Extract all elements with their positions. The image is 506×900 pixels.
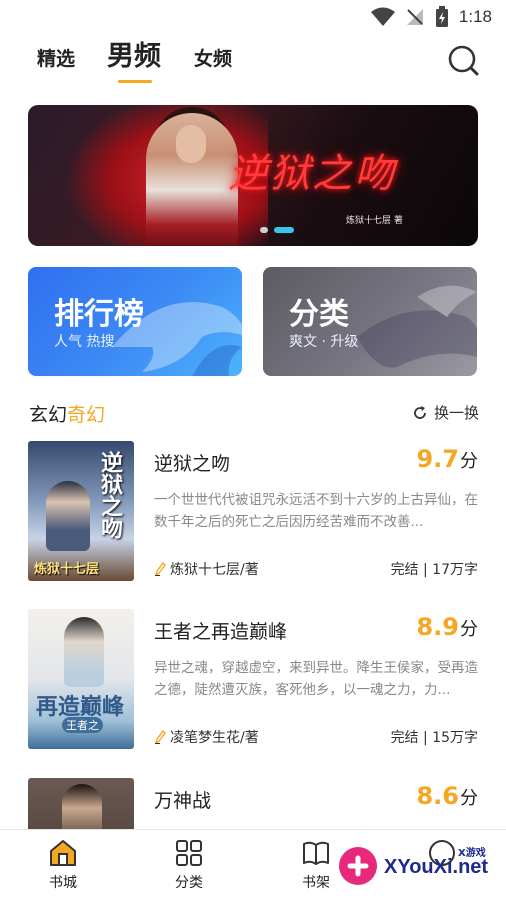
nav-category[interactable]: 分类	[149, 838, 229, 892]
banner-carousel[interactable]: 逆狱之吻 炼狱十七层 著	[28, 105, 478, 246]
section-header: 玄幻奇幻 换一换	[29, 398, 479, 428]
book-title[interactable]: 逆狱之吻	[154, 449, 230, 476]
gamepad-logo-icon	[339, 847, 377, 885]
status-icons: 1:18	[370, 6, 492, 28]
book-item[interactable]: 逆狱之吻 炼狱十七层 逆狱之吻 9.7分 一个世世代代被诅咒永远活不到十六岁的上…	[28, 441, 478, 581]
nav-bookstore[interactable]: 书城	[23, 838, 103, 892]
banner-title: 逆狱之吻	[228, 151, 396, 197]
open-book-icon	[303, 841, 329, 865]
refresh-icon	[414, 405, 426, 419]
ranking-card[interactable]: 排行榜 人气 热搜	[28, 267, 242, 376]
book-description: 异世之魂，穿越虚空，来到异世。降生王侯家，受再造之德，陡然遭灭族，客死他乡，以一…	[154, 660, 478, 698]
book-meta: 完结 | 15万字	[390, 730, 478, 746]
section-title: 玄幻奇幻	[29, 404, 106, 426]
book-item[interactable]: 再造巅峰 王者之 王者之再造巅峰 8.9分 异世之魂，穿越虚空，来到异世。降生王…	[28, 609, 478, 749]
status-bar: 1:18	[0, 0, 506, 34]
banner-author: 炼狱十七层 著	[346, 216, 403, 226]
top-tabs: 精选 男频 女频	[0, 34, 506, 90]
category-card[interactable]: 分类 爽文 · 升级	[263, 267, 477, 376]
status-time: 1:18	[458, 7, 492, 26]
book-title[interactable]: 王者之再造巅峰	[154, 617, 287, 644]
no-signal-icon	[406, 9, 423, 25]
whale-icon	[357, 285, 477, 368]
carousel-dot[interactable]	[260, 227, 268, 233]
refresh-button[interactable]: 换一换	[412, 402, 479, 423]
cover-author: 炼狱十七层	[34, 562, 100, 577]
tab-female[interactable]: 女频	[194, 44, 232, 71]
carousel-dot-active[interactable]	[274, 227, 294, 233]
watermark: X游戏 XYouXi.net	[338, 838, 506, 894]
book-author: 炼狱十七层/著	[154, 559, 259, 579]
ranking-card-title: 排行榜	[54, 297, 144, 332]
book-cover[interactable]: 再造巅峰 王者之	[28, 609, 134, 749]
book-cover[interactable]: 逆狱之吻 炼狱十七层	[28, 441, 134, 581]
tab-featured[interactable]: 精选	[37, 44, 75, 71]
ranking-card-subtitle: 人气 热搜	[54, 334, 115, 350]
carousel-indicator	[260, 227, 294, 233]
watermark-text: XYouXi.net	[384, 856, 489, 878]
category-card-title: 分类	[289, 297, 349, 332]
active-tab-indicator	[118, 80, 152, 83]
cover-title: 逆狱之吻	[97, 451, 123, 539]
pen-icon	[155, 562, 166, 576]
book-item[interactable]: 万神战 8.6分	[28, 778, 478, 830]
refresh-label: 换一换	[433, 404, 479, 422]
home-icon	[50, 840, 76, 866]
category-card-subtitle: 爽文 · 升级	[289, 334, 359, 350]
book-score: 8.9分	[416, 613, 478, 641]
book-score: 8.6分	[416, 782, 478, 810]
grid-icon	[176, 840, 202, 866]
cover-author: 王者之	[62, 717, 103, 733]
search-icon[interactable]	[446, 43, 480, 77]
book-cover[interactable]	[28, 778, 134, 830]
book-meta: 完结 | 17万字	[390, 562, 478, 578]
wifi-icon	[370, 7, 395, 26]
book-description: 一个世世代代被诅咒永远活不到十六岁的上古异仙，在数千年之后的死亡之后因历经苦难而…	[154, 492, 478, 530]
book-title[interactable]: 万神战	[154, 786, 211, 813]
book-score: 9.7分	[416, 445, 478, 473]
pen-icon	[155, 730, 166, 744]
book-author: 凌笔梦生花/著	[154, 727, 259, 747]
battery-charging-icon	[435, 6, 448, 27]
tab-male[interactable]: 男频	[107, 34, 161, 73]
